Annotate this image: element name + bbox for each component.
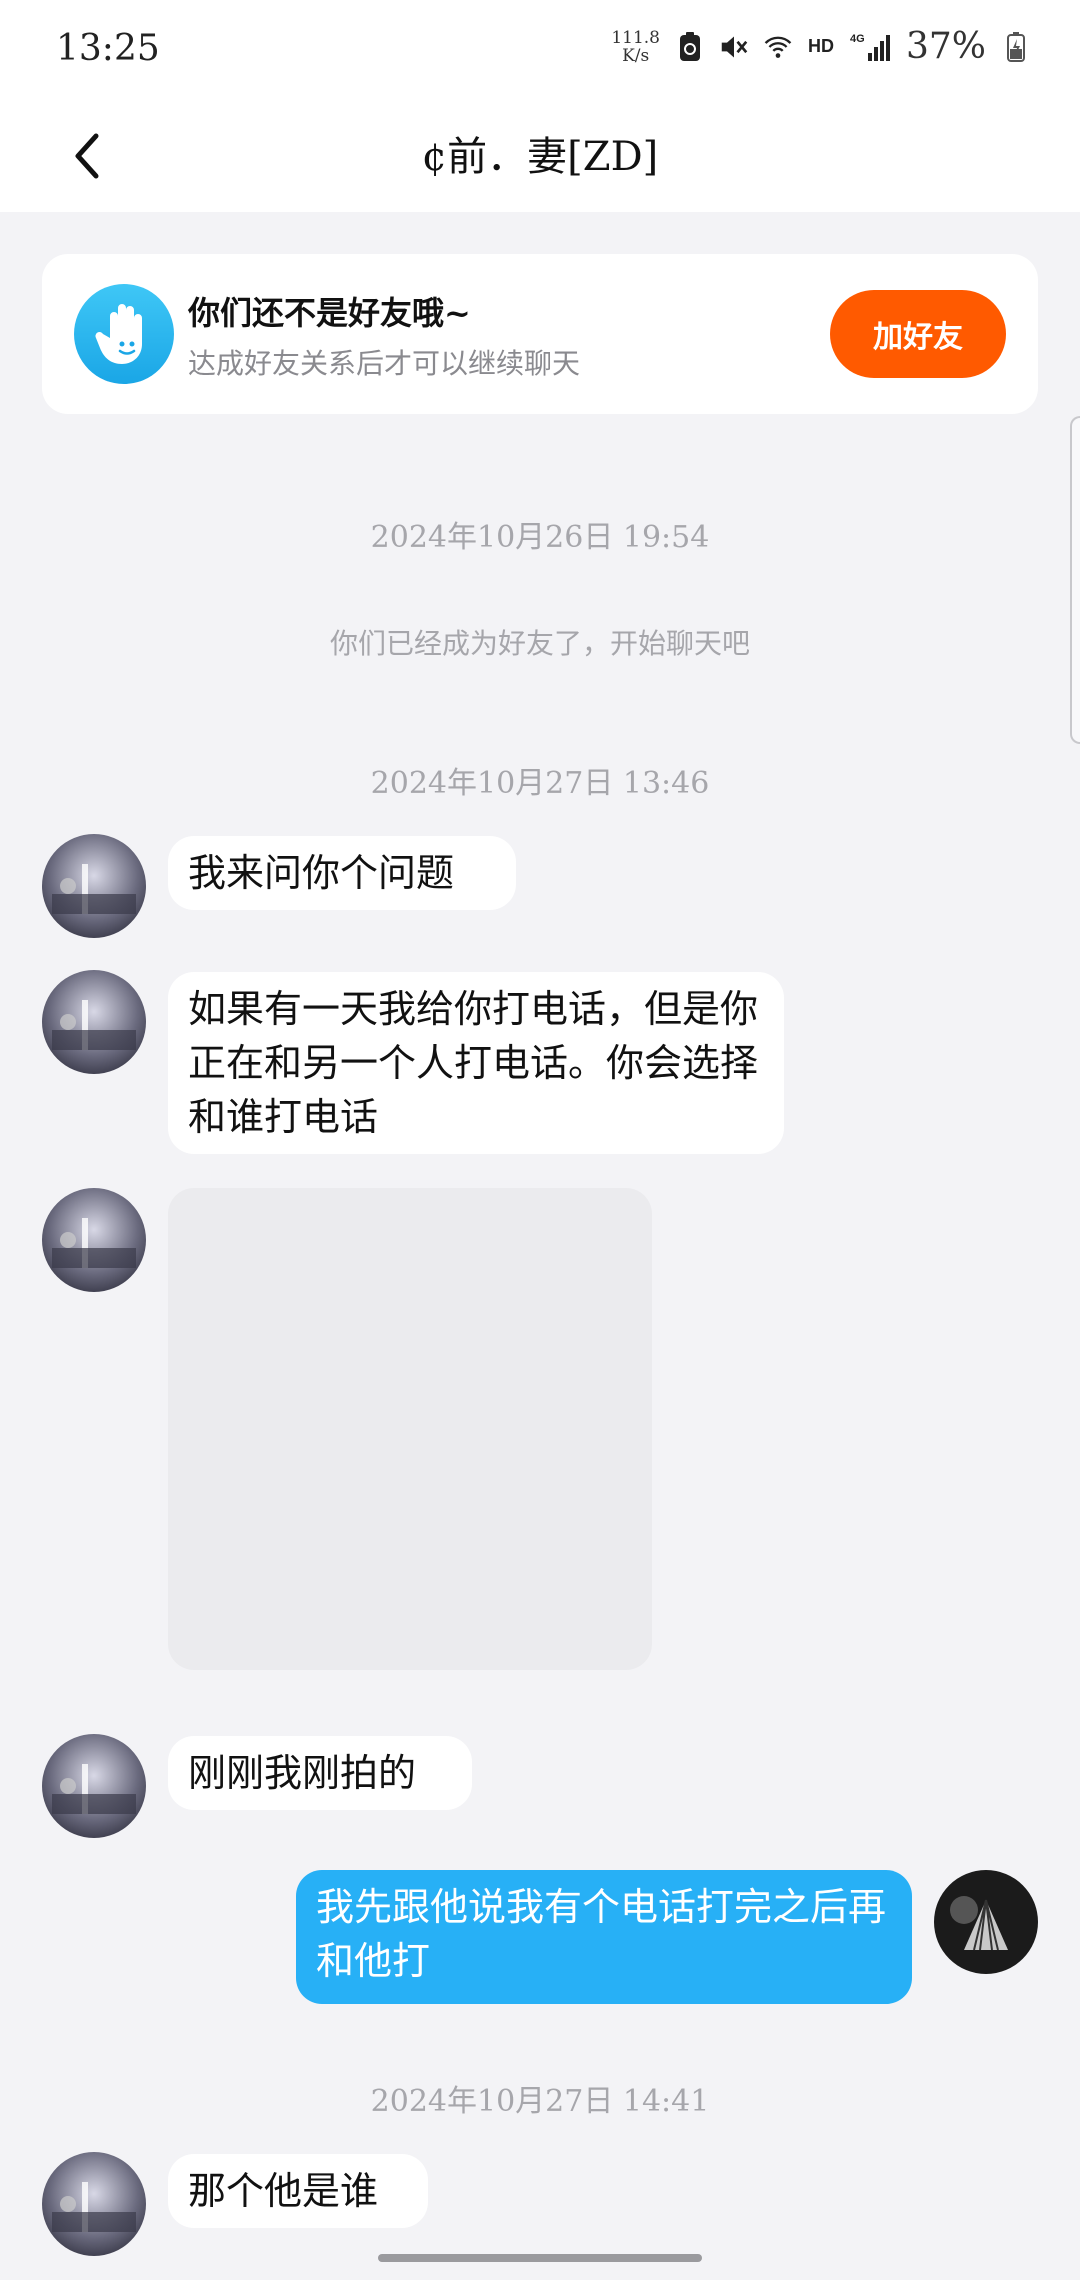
notice-title: 你们还不是好友哦~ [188,294,471,332]
status-bar: 13:25 111.8 K/s HD 4G 37% [0,0,1080,100]
battery-icon [1002,30,1030,64]
home-indicator[interactable] [378,2254,702,2262]
battery-saver-icon [676,30,704,64]
avatar[interactable] [42,1734,146,1838]
message-bubble[interactable]: 那个他是谁 [168,2154,428,2228]
wifi-icon [764,30,792,64]
network-speed-unit: K/s [622,45,650,66]
avatar[interactable] [42,970,146,1074]
svg-text:4G: 4G [850,33,865,45]
not-friend-notice: 你们还不是好友哦~ 达成好友关系后才可以继续聊天 加好友 [42,254,1038,414]
avatar[interactable] [42,834,146,938]
my-message-bubble[interactable]: 我先跟他说我有个电话打完之后再和他打 [296,1870,912,2004]
message-bubble[interactable]: 我来问你个问题 [168,836,516,910]
chat-title: ¢前．妻[ZD] [421,134,659,180]
timestamp: 2024年10月27日 14:41 [370,2084,710,2119]
network-speed: 111.8 K/s [611,29,660,65]
status-time: 13:25 [56,28,160,69]
mute-icon [720,30,748,64]
network-type: HD [807,36,834,56]
avatar[interactable] [42,1188,146,1292]
message-bubble[interactable]: 如果有一天我给你打电话，但是你正在和另一个人打电话。你会选择和谁打电话 [168,972,784,1154]
notice-subtitle: 达成好友关系后才可以继续聊天 [188,347,581,380]
timestamp: 2024年10月27日 13:46 [370,766,710,801]
battery-percent: 37% [905,26,986,67]
side-drawer-handle[interactable] [1070,416,1080,744]
avatar[interactable] [42,2152,146,2256]
status-icons: 111.8 K/s HD 4G 37% [611,26,1030,67]
hand-wave-icon [74,284,174,384]
system-message: 你们已经成为好友了，开始聊天吧 [329,627,750,660]
my-avatar[interactable] [934,1870,1038,1974]
network-speed-value: 111.8 [611,27,660,48]
timestamp: 2024年10月26日 19:54 [370,520,710,555]
chat-header: ¢前．妻[ZD] [0,100,1080,212]
add-friend-button[interactable]: 加好友 [830,290,1006,378]
signal-icon: 4G [850,30,890,64]
image-message[interactable] [168,1188,652,1670]
message-bubble[interactable]: 刚刚我刚拍的 [168,1736,472,1810]
